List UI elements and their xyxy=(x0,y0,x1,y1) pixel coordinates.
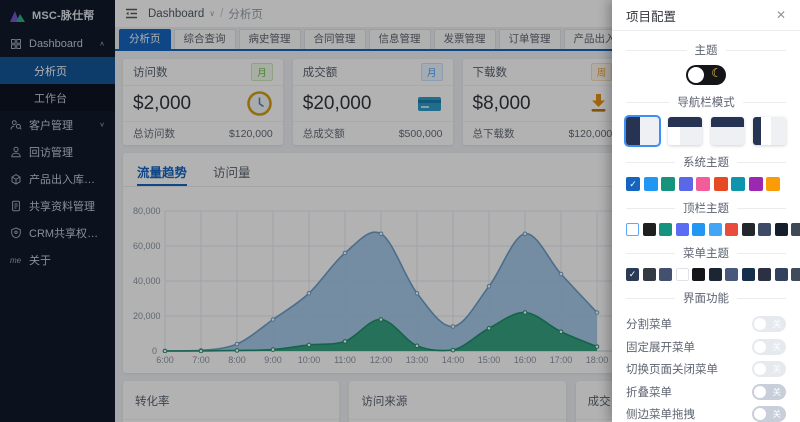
theme-color-swatch[interactable] xyxy=(748,177,763,191)
theme-color-swatch[interactable] xyxy=(675,223,689,236)
section-menu-theme: 菜单主题 xyxy=(626,245,786,261)
feature-label: 折叠菜单 xyxy=(626,386,672,399)
theme-color-swatch[interactable] xyxy=(626,223,639,236)
theme-color-swatch[interactable] xyxy=(725,223,738,236)
section-topbar-theme: 顶栏主题 xyxy=(626,200,786,216)
theme-color-swatch[interactable] xyxy=(642,223,656,236)
feature-row-固定展开菜单: 固定展开菜单 关 xyxy=(626,336,786,359)
moon-icon: ☾ xyxy=(711,66,722,80)
theme-color-swatch[interactable] xyxy=(774,268,788,281)
section-system-theme: 系统主题 xyxy=(626,154,786,170)
nav-mode-options xyxy=(626,117,786,145)
nav-mode-mix-menu[interactable] xyxy=(752,117,786,145)
theme-color-swatch[interactable]: ✓ xyxy=(626,177,640,191)
topbar-theme-section-label: 顶栏主题 xyxy=(683,203,729,215)
feature-toggle[interactable]: 关 xyxy=(752,406,786,422)
theme-color-swatch[interactable] xyxy=(708,268,722,281)
toggle-state-text: 关 xyxy=(772,409,781,420)
system-theme-swatches: ✓ xyxy=(626,177,786,191)
toggle-state-text: 关 xyxy=(772,341,781,352)
feature-toggles: 分割菜单 关 固定展开菜单 关 切换页面关闭菜单 关 折叠菜单 关 侧边菜单拖拽… xyxy=(626,313,786,422)
theme-color-swatch[interactable] xyxy=(643,177,658,191)
menu-theme-swatches: ✓ xyxy=(626,268,800,281)
toggle-state-text: 关 xyxy=(772,319,781,330)
theme-color-swatch[interactable] xyxy=(758,268,771,281)
drawer-title: 项目配置 xyxy=(626,9,677,24)
theme-color-swatch[interactable] xyxy=(692,268,705,281)
settings-drawer: 项目配置 ✕ 主题 ☾ 导航栏模式 系统主题 ✓ 顶栏主题 菜单主题 ✓ 界面功… xyxy=(612,0,800,422)
feature-row-切换页面关闭菜单: 切换页面关闭菜单 关 xyxy=(626,358,786,381)
theme-color-swatch[interactable] xyxy=(692,223,705,236)
check-icon: ✓ xyxy=(629,178,637,189)
dark-mode-toggle[interactable]: ☾ xyxy=(686,65,726,85)
close-icon[interactable]: ✕ xyxy=(776,8,786,22)
feature-toggle[interactable]: 关 xyxy=(752,361,786,378)
theme-color-swatch[interactable] xyxy=(659,223,672,236)
theme-color-swatch[interactable] xyxy=(678,177,693,191)
theme-color-swatch[interactable] xyxy=(741,268,755,281)
system-theme-section-label: 系统主题 xyxy=(683,157,729,169)
section-theme: 主题 xyxy=(626,42,786,58)
theme-color-swatch[interactable] xyxy=(774,223,788,236)
feature-label: 侧边菜单拖拽 xyxy=(626,409,695,422)
nav-mode-side-menu[interactable] xyxy=(626,117,660,145)
toggle-knob xyxy=(688,67,704,83)
theme-color-swatch[interactable] xyxy=(741,223,755,236)
feature-toggle[interactable]: 关 xyxy=(752,338,786,355)
theme-color-swatch[interactable] xyxy=(661,177,675,191)
drawer-header: 项目配置 ✕ xyxy=(612,0,800,31)
theme-color-swatch[interactable] xyxy=(642,268,656,281)
topbar-theme-swatches xyxy=(626,223,800,236)
drawer-body: 主题 ☾ 导航栏模式 系统主题 ✓ 顶栏主题 菜单主题 ✓ 界面功能 分割菜单 … xyxy=(612,31,800,422)
theme-color-swatch[interactable] xyxy=(659,268,672,281)
feature-toggle[interactable]: 关 xyxy=(752,383,786,400)
features-section-label: 界面功能 xyxy=(683,293,729,305)
toggle-state-text: 关 xyxy=(772,386,781,397)
toggle-knob xyxy=(754,318,766,331)
nav-mode-top-content[interactable] xyxy=(710,117,744,145)
toggle-knob xyxy=(754,408,766,421)
theme-color-swatch[interactable] xyxy=(725,268,738,281)
theme-section-label: 主题 xyxy=(694,45,718,57)
feature-toggle[interactable]: 关 xyxy=(752,316,786,333)
nav-mode-section-label: 导航栏模式 xyxy=(677,97,735,109)
theme-color-swatch[interactable] xyxy=(713,177,728,191)
theme-color-swatch[interactable] xyxy=(708,223,722,236)
app-root: MSC-脉仕帮 Dashboard ∧ 分析页 工作台 客户管理 ∨ 回访管理 产品出入库管理… xyxy=(0,0,800,422)
feature-row-侧边菜单拖拽: 侧边菜单拖拽 关 xyxy=(626,403,786,422)
feature-row-分割菜单: 分割菜单 关 xyxy=(626,313,786,336)
theme-color-swatch[interactable] xyxy=(791,268,800,281)
feature-row-折叠菜单: 折叠菜单 关 xyxy=(626,381,786,404)
theme-color-swatch[interactable] xyxy=(766,177,780,191)
toggle-knob xyxy=(754,363,766,376)
toggle-knob xyxy=(754,385,766,398)
theme-color-swatch[interactable] xyxy=(758,223,771,236)
feature-label: 分割菜单 xyxy=(626,319,672,332)
theme-color-swatch[interactable] xyxy=(696,177,710,191)
theme-color-swatch[interactable] xyxy=(731,177,745,191)
check-icon: ✓ xyxy=(628,269,637,279)
feature-label: 固定展开菜单 xyxy=(626,341,695,354)
nav-mode-top-menu[interactable] xyxy=(668,117,702,145)
section-nav-mode: 导航栏模式 xyxy=(626,94,786,110)
theme-color-swatch[interactable]: ✓ xyxy=(626,268,639,281)
toggle-knob xyxy=(754,340,766,353)
theme-color-swatch[interactable] xyxy=(675,268,689,281)
menu-theme-section-label: 菜单主题 xyxy=(683,248,729,260)
toggle-state-text: 关 xyxy=(772,364,781,375)
section-features: 界面功能 xyxy=(626,290,786,306)
feature-label: 切换页面关闭菜单 xyxy=(626,364,718,377)
theme-color-swatch[interactable] xyxy=(791,223,800,236)
